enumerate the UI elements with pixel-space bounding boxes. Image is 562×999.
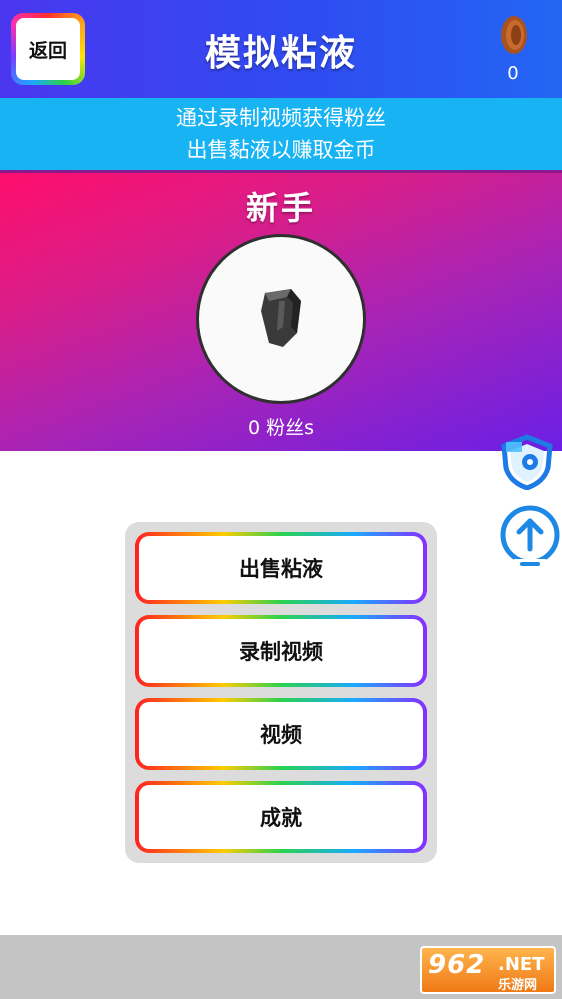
videos-label: 视频: [139, 702, 423, 766]
record-video-label: 录制视频: [139, 619, 423, 683]
profile-section: 新手 0 粉丝s: [0, 173, 562, 451]
banner-line-1: 通过录制视频获得粉丝: [176, 106, 386, 130]
watermark-net: .NET: [498, 954, 545, 975]
watermark-brand: 962: [428, 950, 486, 980]
videos-button[interactable]: 视频: [135, 698, 427, 770]
banner-line-2: 出售黏液以赚取金币: [186, 138, 376, 162]
watermark-logo: 962 .NET 乐游网: [420, 946, 556, 994]
header-bar: 返回 模拟粘液 0: [0, 0, 562, 98]
page-title: 模拟粘液: [204, 33, 357, 74]
slime-container-icon: [261, 289, 301, 347]
shield-icon[interactable]: [500, 434, 554, 490]
achievements-button[interactable]: 成就: [135, 781, 427, 853]
sell-slime-label: 出售粘液: [139, 536, 423, 600]
sell-slime-button[interactable]: 出售粘液: [135, 532, 427, 604]
rank-title: 新手: [245, 189, 316, 227]
watermark-sub: 乐游网: [498, 978, 538, 993]
slime-avatar[interactable]: [196, 234, 366, 404]
menu-panel: 出售粘液 录制视频 视频 成就: [125, 522, 437, 863]
record-video-button[interactable]: 录制视频: [135, 615, 427, 687]
achievements-label: 成就: [139, 785, 423, 849]
coin-count: 0: [507, 63, 519, 84]
upload-icon[interactable]: [498, 505, 562, 569]
info-banner: 通过录制视频获得粉丝 出售黏液以赚取金币: [0, 98, 562, 170]
fans-count: 0 粉丝s: [247, 417, 315, 439]
coin-icon: [501, 16, 527, 54]
app-screen: 返回 模拟粘液 0 通过录制视频获得粉丝 出售黏液以赚取金币 新手 0 粉丝s: [0, 0, 562, 999]
